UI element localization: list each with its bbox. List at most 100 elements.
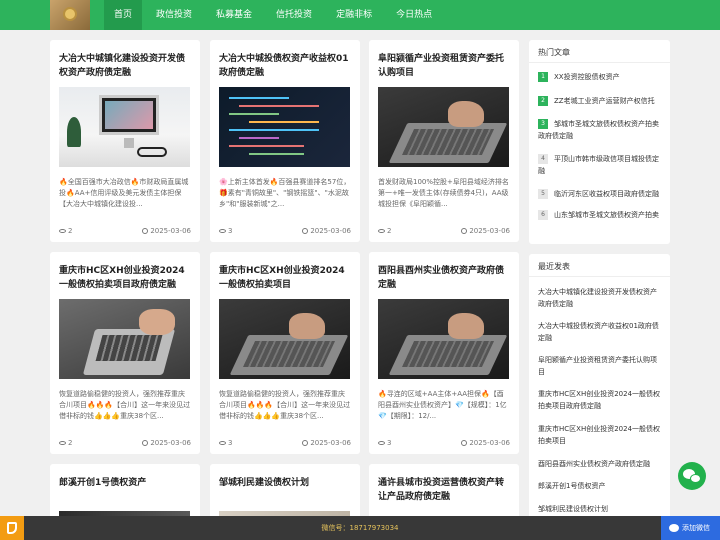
hot-articles-panel: 热门文章 1 XX投资控股债权资产 2 ZZ老城工业资产运营财产权信托 3 邹城…: [529, 40, 670, 244]
rank-badge: 1: [538, 72, 548, 82]
clock-icon: [302, 228, 309, 234]
article-meta: 3 2025-03-06: [219, 439, 351, 449]
article-thumbnail[interactable]: [219, 87, 350, 167]
main-nav: 首页 政信投资 私募基金 信托投资 定融非标 今日热点: [104, 0, 446, 30]
article-title[interactable]: 郎溪开创1号债权资产: [59, 476, 191, 490]
hot-article-link[interactable]: 山东邹城市圣城文旅债权资产拍卖: [538, 209, 663, 221]
hot-article-link[interactable]: XX投资控股债权资产: [538, 71, 663, 83]
publish-date: 2025-03-06: [469, 227, 510, 235]
article-excerpt: 🌸上新主体首发🔥百强县赛道排名57位，🎁素有"青铜故里"、"钢铁摇篮"、"水泥故…: [219, 178, 351, 208]
eye-icon: [378, 229, 385, 233]
eye-icon: [59, 441, 66, 445]
article-title[interactable]: 大冶大中城投债权资产收益权01政府债定融: [219, 52, 351, 80]
hot-article-link[interactable]: 邹城市圣城文旅债权债权资产拍卖政府债定融: [538, 118, 663, 142]
view-count: 3: [228, 439, 233, 447]
rank-badge: 3: [538, 119, 548, 129]
article-thumbnail[interactable]: [59, 87, 190, 167]
view-count: 3: [387, 439, 392, 447]
rank-badge: 5: [538, 189, 548, 199]
article-card[interactable]: 郎溪开创1号债权资产: [50, 464, 200, 524]
hot-article-link[interactable]: 平顶山市韩市级政信项目城投债定融: [538, 153, 663, 177]
article-card[interactable]: 重庆市HC区XH创业投资2024一般债权拍卖项目政府债定融 恢复道路偷稳健的投资…: [50, 252, 200, 454]
article-card[interactable]: 大冶大中城镇化建设投资开发债权资产政府债定融 🔥全国百强市大冶政信🔥市财政局直属…: [50, 40, 200, 242]
wechat-icon: [669, 524, 679, 532]
hot-article-item[interactable]: 6 山东邹城市圣城文旅债权资产拍卖: [538, 209, 663, 221]
view-count: 2: [68, 439, 73, 447]
article-thumbnail[interactable]: [378, 87, 509, 167]
nav-private-fund[interactable]: 私募基金: [206, 0, 262, 30]
recent-post-link[interactable]: 重庆市HC区XH创业投资2024一般债权拍卖项目政府债定融: [538, 388, 663, 412]
hot-article-item[interactable]: 3 邹城市圣城文旅债权债权资产拍卖政府债定融: [538, 118, 663, 142]
nav-government-investment[interactable]: 政信投资: [146, 0, 202, 30]
article-meta: 3 2025-03-06: [219, 227, 351, 237]
clock-icon: [461, 440, 468, 446]
article-excerpt: 首发财政局100%控股+阜阳县域经济排名第一+唯一发债主体(存续债券4只)，AA…: [378, 178, 509, 208]
add-wechat-label: 添加微信: [682, 524, 710, 532]
site-logo[interactable]: [50, 0, 90, 30]
recent-post-link[interactable]: 邹城利民建设债权计划: [538, 503, 663, 515]
article-card[interactable]: 邹城利民建设债权计划: [210, 464, 360, 524]
nav-home[interactable]: 首页: [104, 0, 143, 30]
add-wechat-button[interactable]: 添加微信: [661, 516, 720, 540]
hot-article-item[interactable]: 5 临沂河东区收益权项目政府债定融: [538, 188, 663, 200]
view-count: 3: [228, 227, 233, 235]
nav-fixed-income[interactable]: 定融非标: [326, 0, 382, 30]
article-card[interactable]: 大冶大中城投债权资产收益权01政府债定融 🌸上新主体首发🔥百强县赛道排名57位，…: [210, 40, 360, 242]
article-excerpt: 🔥全国百强市大冶政信🔥市财政局直属城投🔥AA+信用评级及美元发债主体担保【大冶大…: [59, 178, 189, 208]
article-title[interactable]: 邹城利民建设债权计划: [219, 476, 351, 490]
nav-trust-investment[interactable]: 信托投资: [266, 0, 322, 30]
hot-article-link[interactable]: 临沂河东区收益权项目政府债定融: [538, 188, 663, 200]
clock-icon: [302, 440, 309, 446]
eye-icon: [219, 229, 226, 233]
clock-icon: [461, 228, 468, 234]
article-title[interactable]: 酉阳县酉州实业债权资产政府债定融: [378, 264, 510, 292]
article-title[interactable]: 通许县城市投资运营债权资产转让产品政府债定融: [378, 476, 510, 504]
article-thumbnail[interactable]: [378, 299, 509, 379]
recent-posts-title: 最近发表: [538, 262, 570, 271]
hot-article-item[interactable]: 4 平顶山市韩市级政信项目城投债定融: [538, 153, 663, 177]
article-meta: 2 2025-03-06: [59, 439, 191, 449]
recent-post-link[interactable]: 大冶大中城投债权资产收益权01政府债定融: [538, 320, 663, 344]
article-title[interactable]: 重庆市HC区XH创业投资2024一般债权拍卖项目: [219, 264, 351, 292]
wechat-float-button[interactable]: [678, 462, 706, 490]
coin-icon: [63, 7, 77, 21]
recent-post-link[interactable]: 酉阳县酉州实业债权资产政府债定融: [538, 458, 663, 470]
rank-badge: 2: [538, 96, 548, 106]
footer-bar: 微信号：18717973034: [0, 516, 720, 540]
hot-article-item[interactable]: 1 XX投资控股债权资产: [538, 71, 663, 83]
nav-today-hot[interactable]: 今日热点: [386, 0, 442, 30]
phone-icon: [7, 522, 17, 534]
hot-article-item[interactable]: 2 ZZ老城工业资产运营财产权信托: [538, 95, 663, 107]
article-card[interactable]: 重庆市HC区XH创业投资2024一般债权拍卖项目 恢复道路偷稳健的投资人，强烈推…: [210, 252, 360, 454]
article-meta: 2 2025-03-06: [378, 227, 510, 237]
article-title[interactable]: 阜阳颍循产业投资租赁资产委托认购项目: [378, 52, 510, 80]
rank-badge: 6: [538, 210, 548, 220]
article-card[interactable]: 通许县城市投资运营债权资产转让产品政府债定融: [369, 464, 519, 524]
article-card[interactable]: 阜阳颍循产业投资租赁资产委托认购项目 首发财政局100%控股+阜阳县域经济排名第…: [369, 40, 519, 242]
phone-button[interactable]: [0, 516, 24, 540]
eye-icon: [219, 441, 226, 445]
view-count: 2: [68, 227, 73, 235]
recent-post-link[interactable]: 大冶大中城镇化建设投资开发债权资产政府债定融: [538, 286, 663, 310]
article-title[interactable]: 重庆市HC区XH创业投资2024一般债权拍卖项目政府债定融: [59, 264, 191, 292]
article-title[interactable]: 大冶大中城镇化建设投资开发债权资产政府债定融: [59, 52, 191, 80]
rank-badge: 4: [538, 154, 548, 164]
eye-icon: [378, 441, 385, 445]
recent-post-link[interactable]: 阜阳颍循产业投资租赁资产委托认购项目: [538, 354, 663, 378]
eye-icon: [59, 229, 66, 233]
article-thumbnail[interactable]: [59, 299, 190, 379]
recent-post-link[interactable]: 重庆市HC区XH创业投资2024一般债权拍卖项目: [538, 423, 663, 447]
article-excerpt: 恢复道路偷稳健的投资人，强烈推荐重庆合川项目🔥🔥🔥【合川】这一年来没见过借非标的…: [219, 390, 351, 420]
recent-post-link[interactable]: 郎溪开创1号债权资产: [538, 480, 663, 492]
publish-date: 2025-03-06: [150, 439, 191, 447]
clock-icon: [142, 440, 149, 446]
publish-date: 2025-03-06: [310, 227, 351, 235]
top-header: 首页 政信投资 私募基金 信托投资 定融非标 今日热点: [0, 0, 720, 30]
article-meta: 2 2025-03-06: [59, 227, 191, 237]
article-meta: 3 2025-03-06: [378, 439, 510, 449]
article-card[interactable]: 酉阳县酉州实业债权资产政府债定融 🔥寻连的区域+AA主体+AA担保🔥【酉阳县酉州…: [369, 252, 519, 454]
hot-articles-title: 热门文章: [538, 48, 570, 57]
article-thumbnail[interactable]: [219, 299, 350, 379]
article-excerpt: 🔥寻连的区域+AA主体+AA担保🔥【酉阳县酉州实业债权资产】💎【规模】：1亿 💎…: [378, 390, 507, 420]
hot-article-link[interactable]: ZZ老城工业资产运营财产权信托: [538, 95, 663, 107]
